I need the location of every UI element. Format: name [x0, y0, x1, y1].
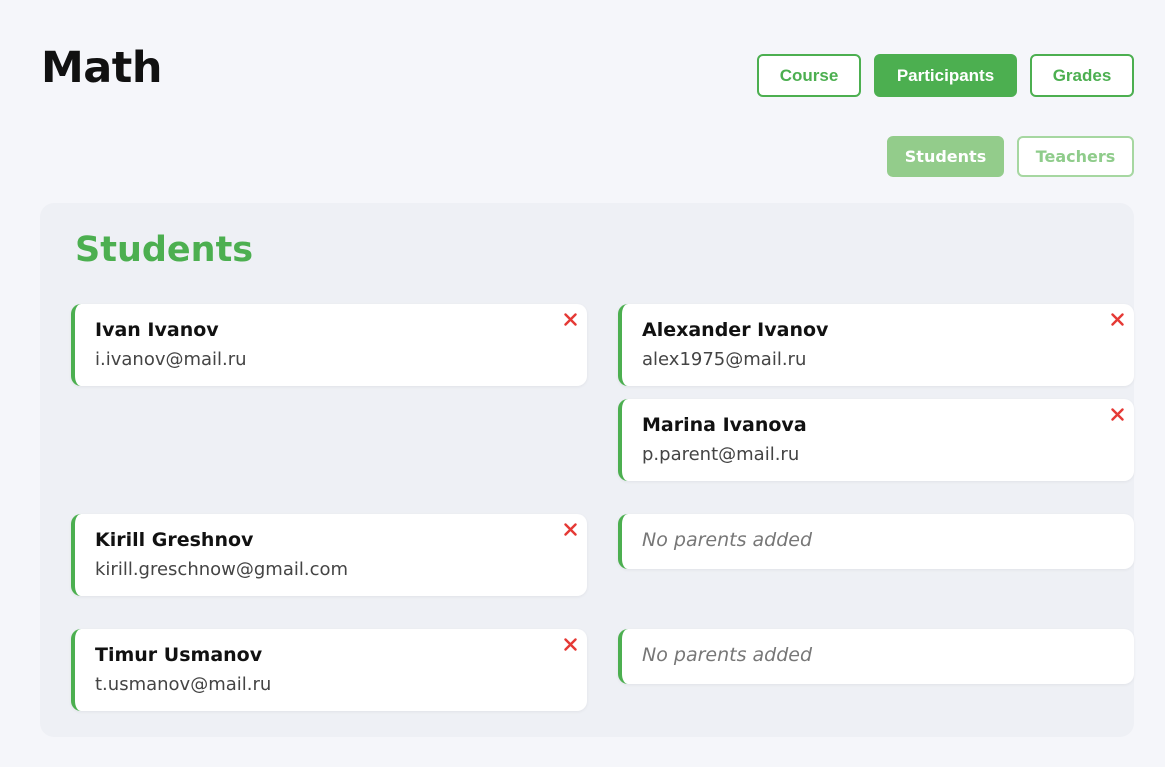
parent-email: alex1975@mail.ru [642, 349, 807, 370]
remove-student-button[interactable] [561, 635, 579, 653]
student-email: kirill.greschnow@gmail.com [95, 559, 349, 580]
parent-email: p.parent@mail.ru [642, 444, 800, 465]
students-panel: Students Ivan Ivanov i.ivanov@mail.ru Al… [40, 203, 1134, 737]
panel-title: Students [75, 230, 254, 270]
close-icon [563, 312, 577, 326]
students-tab[interactable]: Students [887, 136, 1004, 177]
parent-card: Marina Ivanova p.parent@mail.ru [618, 399, 1134, 481]
remove-student-button[interactable] [561, 520, 579, 538]
participants-button[interactable]: Participants [874, 54, 1017, 97]
parent-card: Alexander Ivanov alex1975@mail.ru [618, 304, 1134, 386]
student-card: Ivan Ivanov i.ivanov@mail.ru [71, 304, 587, 386]
student-email: i.ivanov@mail.ru [95, 349, 247, 370]
student-email: t.usmanov@mail.ru [95, 674, 272, 695]
no-parents-text: No parents added [642, 644, 813, 666]
close-icon [1110, 407, 1124, 421]
course-button[interactable]: Course [757, 54, 861, 97]
parent-name: Alexander Ivanov [642, 319, 829, 341]
close-icon [1110, 312, 1124, 326]
student-name: Kirill Greshnov [95, 529, 254, 551]
student-card: Kirill Greshnov kirill.greschnow@gmail.c… [71, 514, 587, 596]
student-card: Timur Usmanov t.usmanov@mail.ru [71, 629, 587, 711]
no-parents-card: No parents added [618, 629, 1134, 684]
teachers-tab[interactable]: Teachers [1017, 136, 1134, 177]
student-name: Ivan Ivanov [95, 319, 219, 341]
close-icon [563, 637, 577, 651]
page-title: Math [41, 43, 162, 93]
close-icon [563, 522, 577, 536]
grades-button[interactable]: Grades [1030, 54, 1134, 97]
remove-parent-button[interactable] [1108, 405, 1126, 423]
main-nav: Course Participants Grades [757, 54, 1134, 97]
no-parents-card: No parents added [618, 514, 1134, 569]
parent-name: Marina Ivanova [642, 414, 807, 436]
remove-parent-button[interactable] [1108, 310, 1126, 328]
no-parents-text: No parents added [642, 529, 813, 551]
student-name: Timur Usmanov [95, 644, 263, 666]
participants-subnav: Students Teachers [887, 136, 1134, 177]
remove-student-button[interactable] [561, 310, 579, 328]
